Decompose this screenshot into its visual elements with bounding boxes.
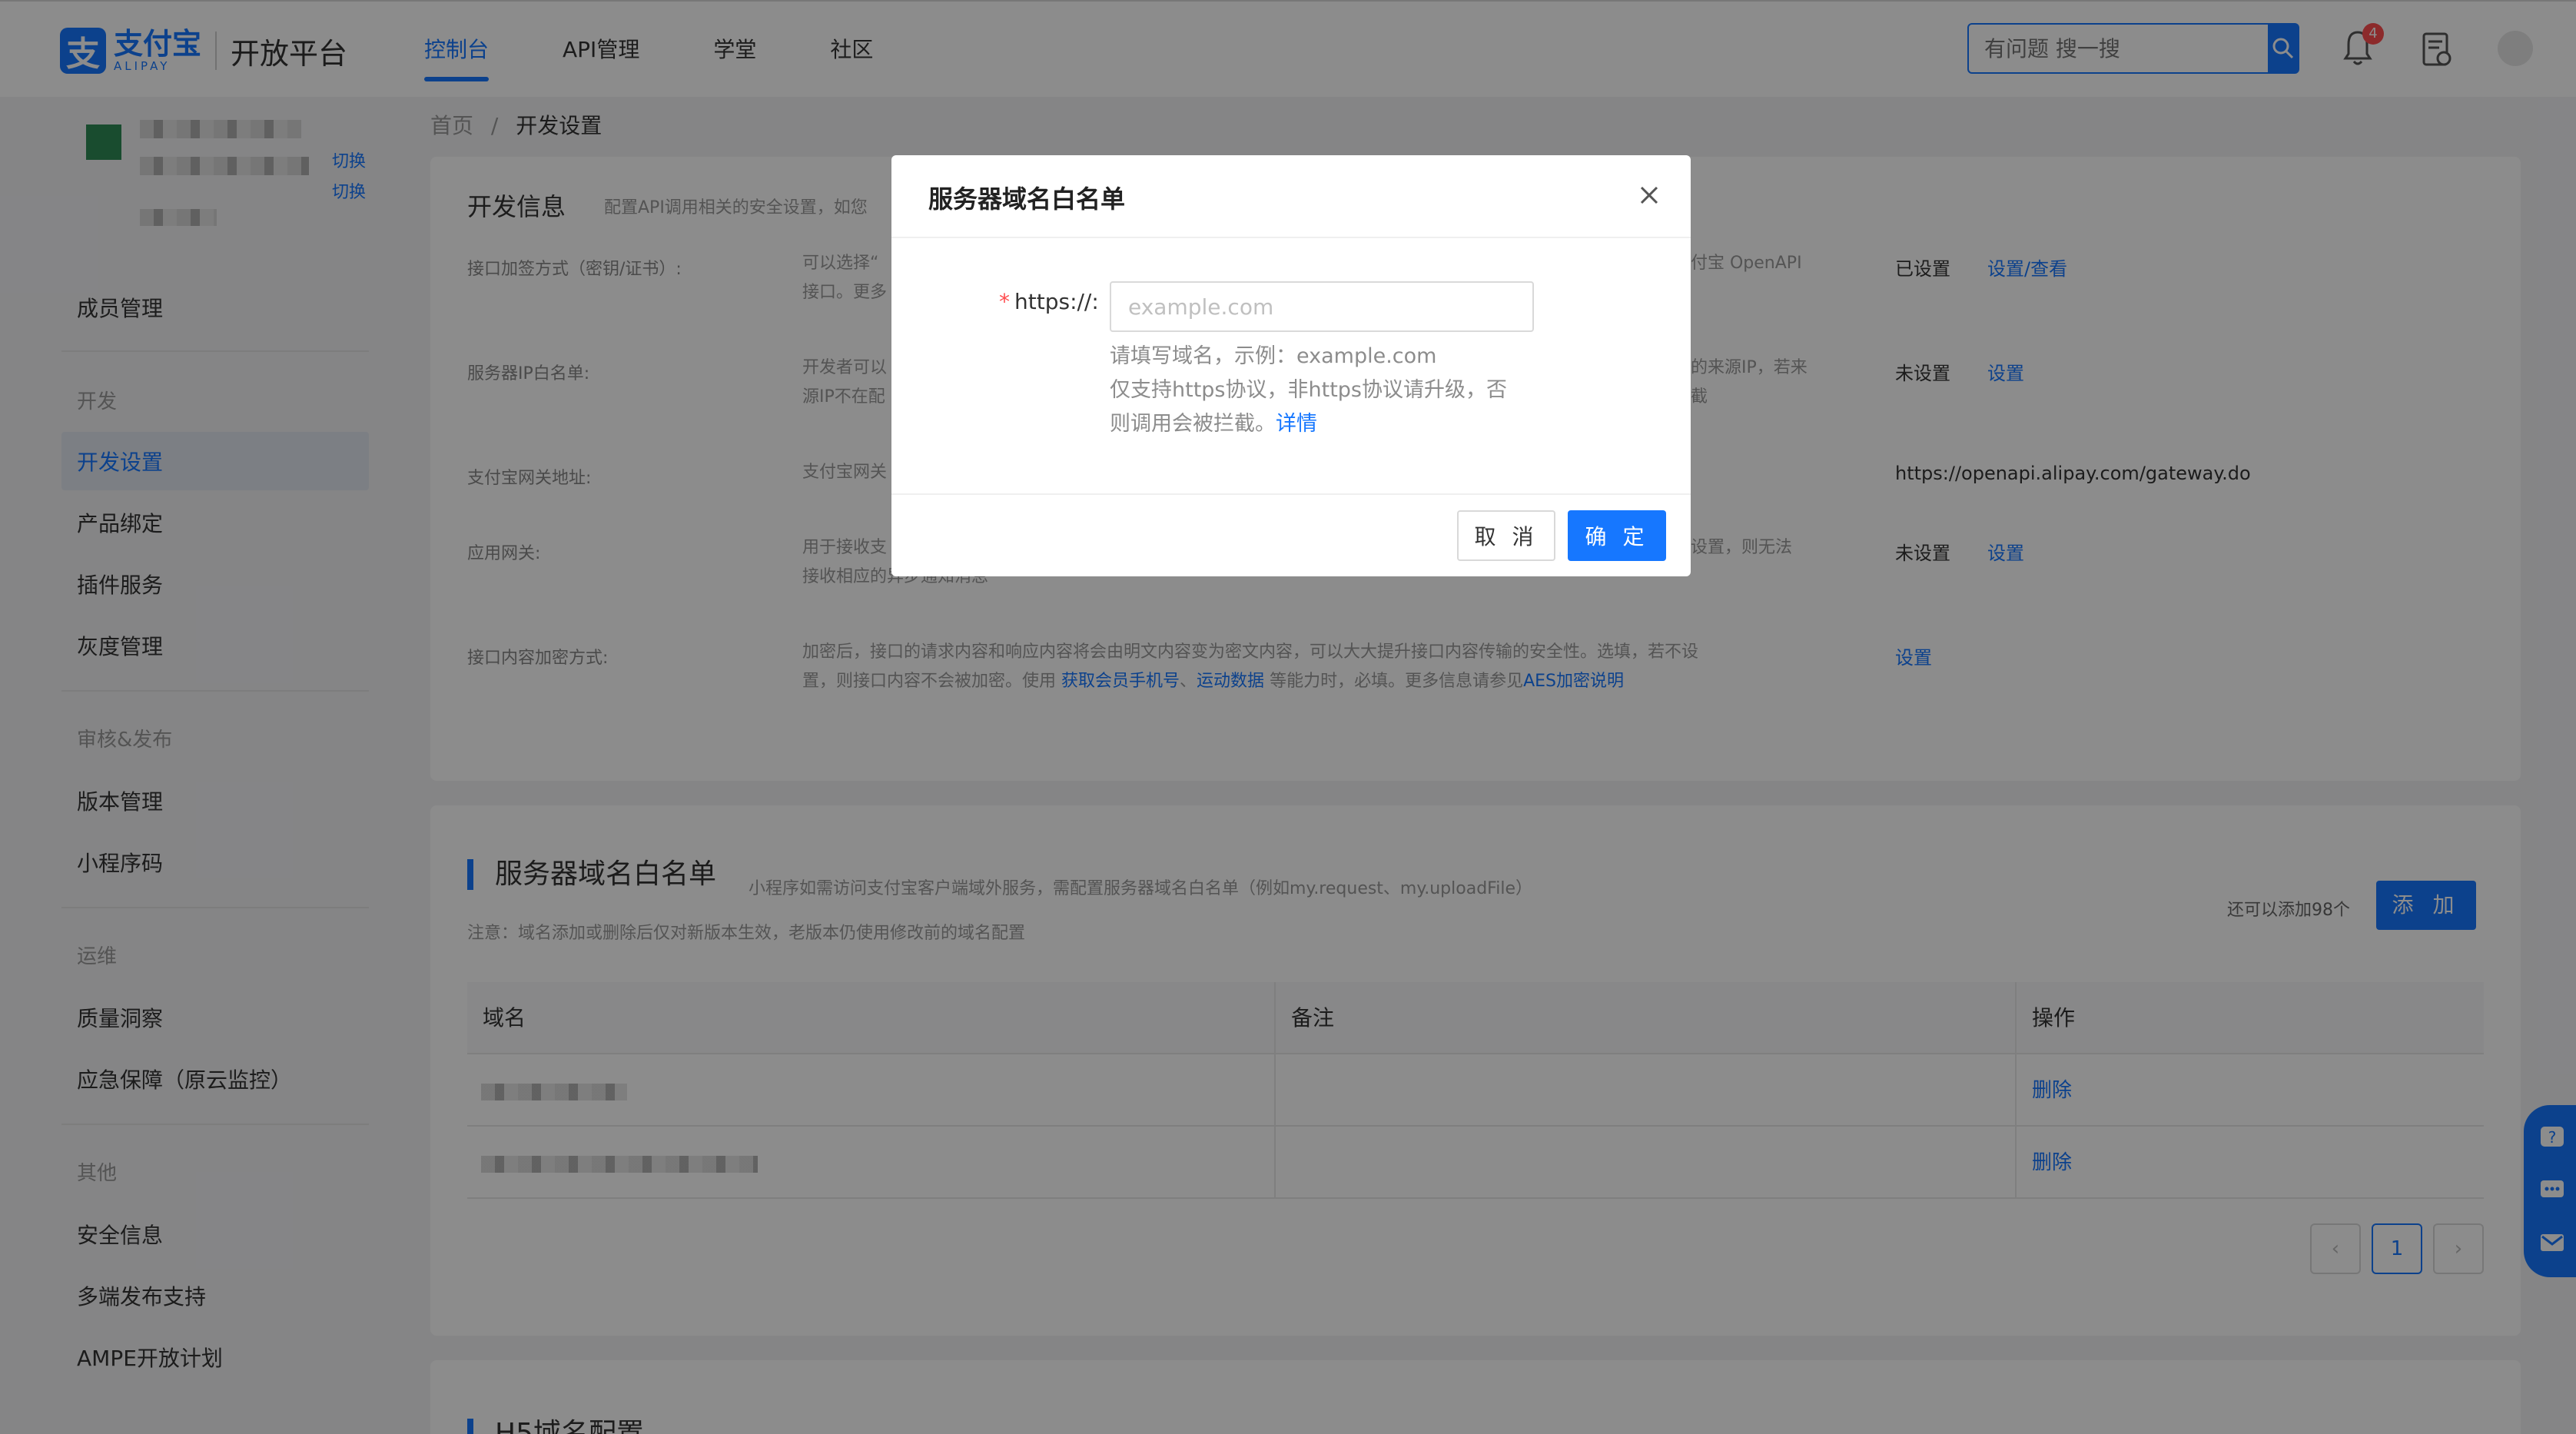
domain-input[interactable] [1110,281,1534,332]
cancel-button[interactable]: 取 消 [1457,510,1555,561]
close-icon[interactable] [1634,180,1665,211]
hint-line-3-wrap: 则调用会被拦截。详情 [1110,407,1540,441]
modal-header: 服务器域名白名单 [891,155,1691,238]
https-field-label: * https://: [999,289,1099,314]
domain-hint: 请填写域名，示例：example.com 仅支持https协议，非https协议… [1110,340,1540,441]
modal-footer: 取 消 确 定 [891,493,1691,576]
modal-title: 服务器域名白名单 [928,184,1126,214]
confirm-button[interactable]: 确 定 [1568,510,1666,561]
hint-line-2: 仅支持https协议，非https协议请升级，否 [1110,378,1507,402]
hint-line-1: 请填写域名，示例：example.com [1110,344,1437,368]
domain-whitelist-modal: 服务器域名白名单 *https://: 请填写域名，示例：example.com… [891,155,1691,576]
hint-line-3: 则调用会被拦截。 [1110,412,1276,436]
https-label-text: https://: [1014,289,1099,314]
required-mark: * [999,289,1010,314]
details-link[interactable]: 详情 [1276,412,1317,436]
